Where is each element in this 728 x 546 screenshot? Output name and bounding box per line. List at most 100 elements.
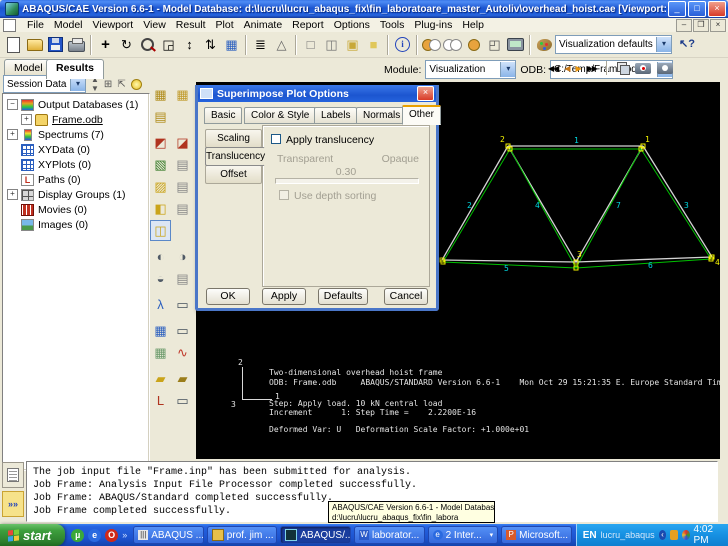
color-code-palette-icon[interactable] bbox=[534, 34, 555, 55]
side-tab-offset[interactable]: Offset bbox=[205, 165, 262, 184]
dialog-title-bar[interactable]: Superimpose Plot Options × bbox=[198, 85, 436, 102]
animate-scale-factor-icon[interactable]: ◐ bbox=[150, 246, 171, 267]
chevron-down-icon[interactable]: ▾ bbox=[490, 531, 494, 539]
anim-first-icon[interactable]: ◀◀ bbox=[548, 64, 558, 73]
expand-icon[interactable]: + bbox=[7, 189, 18, 200]
dialog-tab-labels[interactable]: Labels bbox=[314, 107, 357, 124]
sphere-icon[interactable] bbox=[463, 34, 484, 55]
create-field-output-icon[interactable]: ▦ bbox=[150, 84, 171, 105]
side-tab-translucency[interactable]: Translucency bbox=[205, 147, 265, 166]
animation-controller-icon[interactable]: ▭ bbox=[172, 294, 193, 315]
menu-view[interactable]: View bbox=[138, 19, 171, 31]
tree-item-xydata[interactable]: XYData (0) bbox=[3, 142, 149, 157]
anim-previous-icon[interactable]: ◀ bbox=[564, 64, 569, 73]
menu-result[interactable]: Result bbox=[171, 19, 211, 31]
chevron-down-icon[interactable]: ▾ bbox=[656, 37, 671, 52]
child-restore-button[interactable]: ❐ bbox=[693, 19, 709, 32]
hide-icons-chevron-icon[interactable]: ‹ bbox=[659, 530, 667, 540]
view-cut-manager-icon[interactable]: ▰ bbox=[172, 368, 193, 389]
menu-help[interactable]: Help bbox=[457, 19, 489, 31]
blank-cell-2[interactable] bbox=[172, 220, 193, 241]
close-button[interactable]: × bbox=[708, 1, 726, 17]
contour-options-icon[interactable]: ▤ bbox=[172, 154, 193, 175]
info-icon[interactable]: i bbox=[392, 34, 413, 55]
query-list-icon[interactable]: ≣ bbox=[250, 34, 271, 55]
chevron-down-icon[interactable]: ▾ bbox=[70, 77, 85, 91]
animate-harmonic-icon[interactable]: ◒ bbox=[150, 268, 171, 289]
chevron-down-icon[interactable]: ▾ bbox=[500, 62, 515, 77]
zoom-select-icon[interactable]: ◲ bbox=[158, 34, 179, 55]
opera-icon[interactable]: O bbox=[105, 529, 118, 542]
save-icon[interactable] bbox=[45, 34, 66, 55]
render-hidden-icon[interactable]: ◫ bbox=[321, 34, 342, 55]
menu-report[interactable]: Report bbox=[287, 19, 329, 31]
menu-plugins[interactable]: Plug-ins bbox=[409, 19, 457, 31]
symbol-options-icon[interactable]: ▤ bbox=[172, 176, 193, 197]
view-cut-icon[interactable]: ▰ bbox=[150, 368, 171, 389]
superimpose-plot-icon[interactable]: ◫ bbox=[150, 220, 171, 241]
spreadsheet-icon[interactable]: ▦ bbox=[221, 34, 242, 55]
rotate-icon[interactable]: ↻ bbox=[116, 34, 137, 55]
menu-viewport[interactable]: Viewport bbox=[88, 19, 139, 31]
translucency-slider[interactable] bbox=[275, 178, 419, 184]
xy-plot-icon[interactable]: ∿ bbox=[172, 342, 193, 363]
plot-material-orientations-icon[interactable]: ◧ bbox=[150, 198, 171, 219]
child-close-button[interactable]: × bbox=[710, 19, 726, 32]
tree-item-paths[interactable]: L Paths (0) bbox=[3, 172, 149, 187]
new-file-icon[interactable] bbox=[3, 34, 24, 55]
maximize-button[interactable]: □ bbox=[688, 1, 706, 17]
menu-model[interactable]: Model bbox=[49, 19, 88, 31]
viewport-layout-icon[interactable]: ◰ bbox=[484, 34, 505, 55]
render-filled-icon[interactable]: ■ bbox=[363, 34, 384, 55]
goto-parent-icon[interactable]: ⊞ bbox=[104, 79, 112, 90]
internet-explorer-icon[interactable]: e bbox=[88, 529, 101, 542]
utorrent-icon[interactable]: µ bbox=[71, 529, 84, 542]
language-indicator[interactable]: EN bbox=[583, 530, 597, 541]
plot-undeformed-shape-icon[interactable]: ◩ bbox=[150, 132, 171, 153]
tree-sync-icon[interactable]: ⇱ bbox=[117, 79, 125, 90]
field-output-options-icon[interactable]: ▦ bbox=[172, 84, 193, 105]
dialog-tab-color-style[interactable]: Color & Style bbox=[244, 107, 316, 124]
menu-tools[interactable]: Tools bbox=[375, 19, 410, 31]
task-abaqus-cae[interactable]: ABAQUS/... bbox=[280, 526, 351, 544]
module-combo[interactable]: Visualization ▾ bbox=[425, 60, 516, 79]
command-line-icon[interactable]: »» bbox=[2, 491, 24, 517]
tree-item-movies[interactable]: Movies (0) bbox=[3, 202, 149, 217]
create-xy-data-icon[interactable]: λ bbox=[150, 294, 171, 315]
apply-button[interactable]: Apply bbox=[262, 288, 306, 305]
tab-results[interactable]: Results bbox=[46, 59, 104, 79]
message-area-icon[interactable] bbox=[2, 462, 24, 488]
open-file-icon[interactable] bbox=[24, 34, 45, 55]
probe-values-icon[interactable]: ▦ bbox=[150, 342, 171, 363]
side-tab-scaling[interactable]: Scaling bbox=[205, 129, 262, 148]
task-powerpoint[interactable]: P Microsoft... bbox=[501, 526, 572, 544]
record-animation-icon[interactable] bbox=[635, 63, 651, 74]
depth-sorting-checkbox[interactable] bbox=[279, 190, 289, 200]
copy-viewport-icon[interactable] bbox=[617, 62, 629, 74]
start-button[interactable]: start bbox=[0, 524, 65, 546]
tree-item-display-groups[interactable]: + Display Groups (1) bbox=[3, 187, 149, 202]
tray-color-icon[interactable] bbox=[682, 530, 690, 540]
child-minimize-button[interactable]: – bbox=[676, 19, 692, 32]
plot-contours-icon[interactable]: ▧ bbox=[150, 154, 171, 175]
blank-cell[interactable] bbox=[172, 106, 193, 127]
collapse-icon[interactable]: − bbox=[7, 99, 18, 110]
cycle-views-icon[interactable]: ⇅ bbox=[200, 34, 221, 55]
magnify-icon[interactable] bbox=[137, 34, 158, 55]
context-help-icon[interactable]: ↖? bbox=[672, 34, 702, 55]
task-abaqus-doc[interactable]: ||| ABAQUS ... bbox=[133, 526, 204, 544]
dialog-close-icon[interactable]: × bbox=[417, 86, 434, 101]
dialog-tab-basic[interactable]: Basic bbox=[204, 107, 242, 124]
task-word-laborator[interactable]: W laborator... bbox=[354, 526, 425, 544]
task-folder-prof-jim[interactable]: prof. jim ... bbox=[207, 526, 278, 544]
anim-play-icon[interactable]: ▶ bbox=[575, 64, 580, 73]
hints-bulb-icon[interactable] bbox=[131, 79, 142, 90]
snapshot-icon[interactable] bbox=[657, 63, 673, 74]
ok-button[interactable]: OK bbox=[206, 288, 250, 305]
color-defaults-combo[interactable]: Visualization defaults ▾ bbox=[555, 35, 672, 54]
cancel-button[interactable]: Cancel bbox=[384, 288, 428, 305]
menu-animate[interactable]: Animate bbox=[239, 19, 288, 31]
menu-plot[interactable]: Plot bbox=[211, 19, 239, 31]
anim-last-icon[interactable]: ▶▶ bbox=[587, 64, 597, 73]
render-wireframe-icon[interactable]: □ bbox=[300, 34, 321, 55]
